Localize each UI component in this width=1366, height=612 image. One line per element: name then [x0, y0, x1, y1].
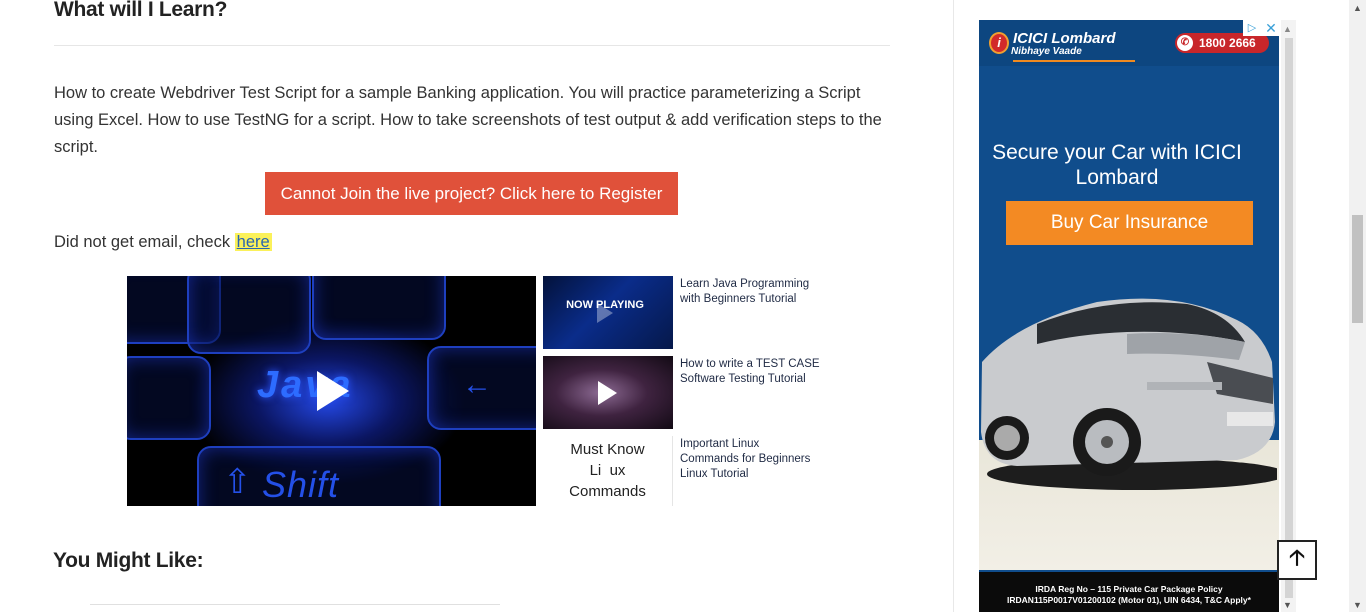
- keyboard-key: [127, 356, 211, 440]
- play-icon: [598, 381, 617, 405]
- close-icon[interactable]: ✕: [1263, 20, 1279, 36]
- article-content: What will I Learn? How to create Webdriv…: [0, 0, 953, 612]
- keyboard-key: [187, 276, 311, 354]
- playlist-thumb-3[interactable]: Must Know Li ux Commands: [543, 436, 673, 506]
- playlist-title-3[interactable]: Important Linux Commands for Beginners L…: [680, 437, 820, 482]
- thumb-text: Must Know Li ux Commands: [569, 441, 646, 500]
- here-link[interactable]: here: [234, 233, 272, 251]
- ad-logo-mark: i: [989, 32, 1009, 54]
- scroll-up-icon[interactable]: ▲: [1283, 24, 1292, 34]
- ad-phone-badge[interactable]: ✆ 1800 2666: [1175, 33, 1269, 53]
- shift-key-label: Shift: [262, 464, 340, 505]
- ad-banner[interactable]: i ICICI Lombard Nibhaye Vaade ✆ 1800 266…: [979, 20, 1279, 612]
- ad-footer-line-2: IRDAN115P0017V01200102 (Motor 01), UIN 6…: [1007, 595, 1251, 605]
- ad-logo-underline: [1013, 60, 1135, 62]
- scroll-up-icon[interactable]: ▲: [1353, 3, 1362, 13]
- email-check-text: Did not get email, check: [54, 233, 235, 251]
- page-scroll-thumb[interactable]: [1352, 215, 1363, 323]
- scroll-down-icon[interactable]: ▼: [1283, 600, 1292, 610]
- ad-phone-number: 1800 2666: [1199, 36, 1256, 50]
- ad-header: i ICICI Lombard Nibhaye Vaade ✆ 1800 266…: [979, 20, 1279, 66]
- ad-tagline: Nibhaye Vaade: [1011, 46, 1082, 57]
- related-link-partial[interactable]: [90, 604, 500, 612]
- register-button[interactable]: Cannot Join the live project? Click here…: [265, 172, 678, 215]
- arrow-up-icon: 🡡: [1289, 545, 1305, 570]
- playlist-thumb-2[interactable]: [543, 356, 673, 429]
- shift-arrow-icon: ⇧: [223, 463, 252, 501]
- playlist-thumb-1[interactable]: NOW PLAYING: [543, 276, 673, 349]
- page-scrollbar[interactable]: ▲ ▼: [1349, 0, 1366, 612]
- sidebar-divider: [953, 0, 954, 612]
- adchoices-icon[interactable]: ▷: [1245, 21, 1259, 35]
- ad-scrollbar[interactable]: ▲ ▼: [1281, 20, 1296, 612]
- divider: [54, 45, 890, 46]
- keyboard-key: [312, 276, 446, 340]
- ad-headline: Secure your Car with ICICI Lombard: [992, 141, 1242, 189]
- ad-brand: ICICI Lombard: [1013, 30, 1116, 47]
- car-image: [981, 298, 1277, 490]
- phone-icon: ✆: [1177, 35, 1193, 51]
- ad-footer: IRDA Reg No – 115 Private Car Package Po…: [979, 572, 1279, 612]
- back-to-top-button[interactable]: 🡡: [1277, 540, 1317, 580]
- email-check-line: Did not get email, check here: [54, 230, 272, 254]
- ad-choices[interactable]: ▷ ✕: [1243, 20, 1279, 36]
- play-icon[interactable]: [317, 371, 349, 411]
- section-heading-learn: What will I Learn?: [54, 0, 228, 21]
- playlist-title-1[interactable]: Learn Java Programming with Beginners Tu…: [680, 277, 820, 307]
- enter-arrow-icon: ←: [462, 368, 492, 401]
- section-heading-like: You Might Like:: [53, 549, 204, 572]
- ad-footer-line-1: IRDA Reg No – 115 Private Car Package Po…: [1035, 584, 1223, 594]
- ad-scroll-thumb[interactable]: [1285, 38, 1293, 598]
- buy-car-insurance-button[interactable]: Buy Car Insurance: [1006, 201, 1253, 245]
- scroll-down-icon[interactable]: ▼: [1353, 600, 1362, 610]
- now-playing-badge: NOW PLAYING: [566, 299, 644, 311]
- playlist-title-2[interactable]: How to write a TEST CASE Software Testin…: [680, 357, 820, 387]
- learn-paragraph: How to create Webdriver Test Script for …: [54, 84, 882, 156]
- video-player[interactable]: Java ← ⇧ Shift: [127, 276, 536, 506]
